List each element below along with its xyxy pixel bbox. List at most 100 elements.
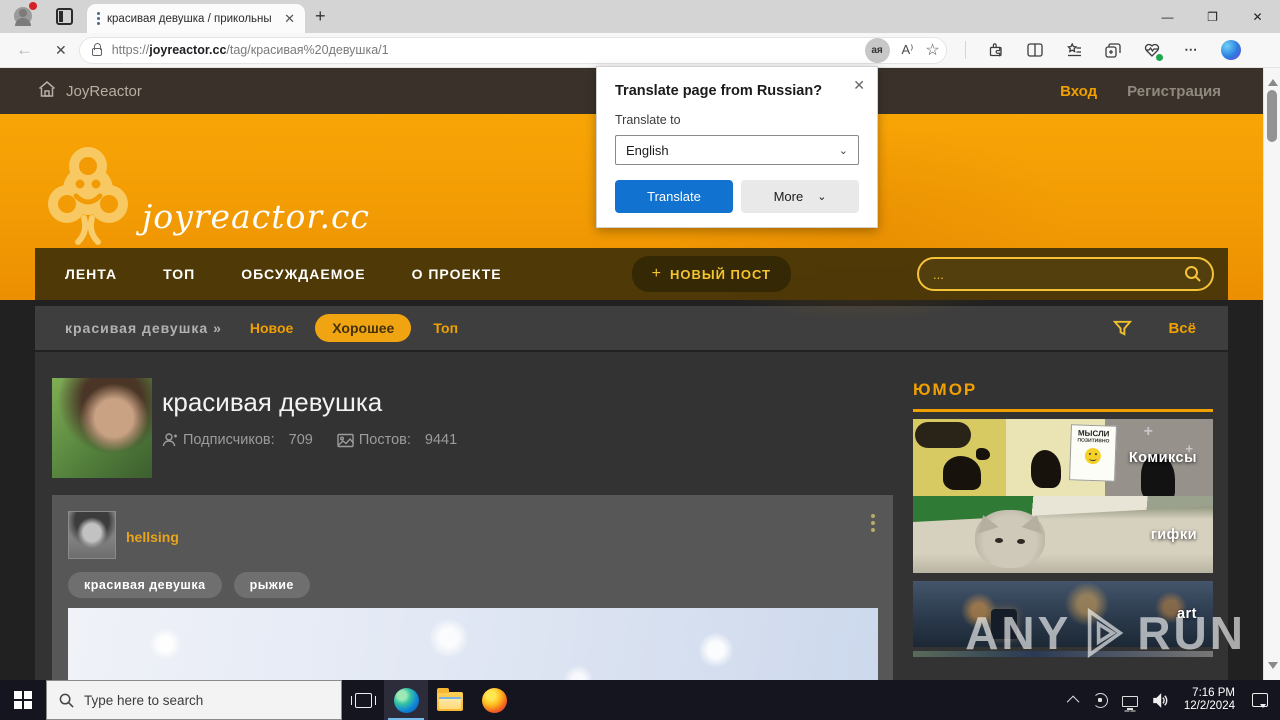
screen: красивая девушка / прикольны ✕ + — ❐ ✕ ←… [0, 0, 1280, 720]
network-icon[interactable] [1115, 694, 1145, 710]
scrollbar-thumb[interactable] [1267, 90, 1277, 142]
comic-figure-shape [1031, 450, 1061, 488]
filter-top[interactable]: Топ [433, 320, 458, 336]
settings-more-icon[interactable]: ⋯ [1182, 41, 1200, 59]
register-link[interactable]: Регистрация [1127, 83, 1221, 100]
post-card: hellsing красивая девушка рыжие [52, 495, 893, 680]
breadcrumb[interactable]: красивая девушка » [65, 320, 222, 336]
firefox-icon [481, 687, 507, 713]
login-link[interactable]: Вход [1060, 83, 1097, 100]
site-search[interactable] [917, 257, 1214, 291]
taskbar-search[interactable]: Type here to search [46, 680, 342, 720]
search-icon[interactable] [1184, 265, 1202, 283]
action-center-button[interactable] [1245, 693, 1280, 708]
file-explorer-icon [437, 688, 463, 711]
site-logo[interactable]: joyreactor.cc [38, 132, 370, 252]
new-post-button[interactable]: + НОВЫЙ ПОСТ [631, 256, 791, 292]
collections-icon[interactable] [1104, 41, 1122, 59]
nav-item-about[interactable]: О ПРОЕКТЕ [412, 266, 502, 282]
new-tab-icon[interactable]: + [315, 6, 326, 27]
site-home-link[interactable]: JoyReactor [66, 83, 142, 100]
chevron-up-icon [1066, 695, 1080, 708]
start-button[interactable] [0, 680, 46, 720]
sidebar-item-gifs[interactable]: гифки [913, 496, 1213, 573]
chevron-down-icon: ⌄ [817, 191, 827, 203]
translate-button[interactable]: Translate [615, 180, 733, 213]
more-button[interactable]: More ⌄ [741, 180, 859, 213]
taskbar-explorer-button[interactable] [428, 680, 472, 720]
nav-item-feed[interactable]: ЛЕНТА [65, 266, 117, 282]
sidebar-item-partial [913, 651, 1213, 657]
close-icon[interactable]: ✕ [1235, 0, 1280, 33]
home-icon[interactable] [38, 80, 56, 102]
smiley-icon [1084, 447, 1102, 465]
stop-loading-icon[interactable]: ✕ [55, 42, 67, 59]
browser-essentials-icon[interactable] [1143, 41, 1163, 61]
back-icon[interactable]: ← [16, 40, 33, 60]
lock-icon [91, 42, 102, 56]
language-select[interactable]: English ⌄ [615, 135, 859, 165]
restore-icon[interactable]: ❐ [1190, 0, 1235, 33]
minimize-icon[interactable]: — [1145, 0, 1190, 33]
search-input[interactable] [933, 266, 1184, 282]
popup-close-icon[interactable]: ✕ [853, 77, 865, 94]
posts-count: 9441 [424, 432, 458, 448]
tray-hidden-icons-button[interactable] [1063, 695, 1086, 708]
filter-all[interactable]: Всё [1168, 320, 1196, 337]
tab-favicon [97, 12, 100, 25]
tab-title: красивая девушка / прикольны [107, 12, 272, 25]
windows-taskbar: Type here to search 7:16 PM 12/2/2024 [0, 680, 1280, 720]
post-tag[interactable]: рыжие [233, 572, 310, 598]
tray-sync-icon[interactable] [1086, 692, 1115, 708]
task-view-button[interactable] [342, 680, 384, 720]
read-aloud-icon[interactable]: A⁾ [902, 42, 914, 58]
taskbar-clock[interactable]: 7:16 PM 12/2/2024 [1176, 687, 1245, 713]
scroll-up-arrow[interactable] [1268, 74, 1278, 86]
taskbar-firefox-button[interactable] [472, 680, 516, 720]
post-image[interactable] [68, 608, 878, 680]
scroll-down-arrow[interactable] [1268, 662, 1278, 674]
favorite-star-icon[interactable]: ☆ [925, 40, 939, 60]
cat-eyes-shape [995, 538, 1003, 543]
nav-item-discussed[interactable]: ОБСУЖДАЕМОЕ [241, 266, 365, 282]
address-bar[interactable]: https://joyreactor.cc/tag/красивая%20дев… [78, 36, 947, 64]
extensions-icon[interactable] [987, 41, 1005, 59]
sidebar-item-comics[interactable]: МЫСЛИ ПОЗИТИВНО + + Комиксы [913, 419, 1213, 496]
sidebar-item-art[interactable]: art [913, 581, 1213, 647]
tag-avatar-image[interactable] [52, 378, 152, 478]
sidebar-label-art: art [1176, 606, 1197, 622]
taskbar-search-placeholder: Type here to search [84, 692, 204, 708]
page-title: красивая девушка [162, 387, 383, 417]
comic-poster: МЫСЛИ ПОЗИТИВНО [1069, 424, 1117, 482]
split-screen-icon[interactable] [1026, 41, 1044, 59]
workspaces-icon[interactable] [56, 8, 73, 25]
posts-icon [337, 433, 354, 447]
post-menu-icon[interactable] [871, 511, 875, 535]
copilot-icon[interactable] [1220, 40, 1241, 60]
filter-funnel-icon[interactable] [1113, 319, 1133, 338]
browser-tab[interactable]: красивая девушка / прикольны ✕ [87, 4, 305, 33]
post-author-avatar[interactable] [68, 511, 116, 559]
tab-close-icon[interactable]: ✕ [281, 11, 298, 27]
post-author-name[interactable]: hellsing [126, 529, 179, 545]
tag-header: красивая девушка Подписчиков: 709 Постов… [52, 378, 893, 478]
page-lower: красивая девушка » Новое Хорошее Топ Всё [0, 300, 1263, 680]
sidebar-divider [913, 409, 1213, 412]
post-tag[interactable]: красивая девушка [68, 572, 222, 598]
page-scrollbar[interactable] [1263, 68, 1280, 680]
tram-silhouette [991, 609, 1017, 639]
translate-icon[interactable]: aя [864, 37, 890, 63]
volume-icon[interactable] [1145, 692, 1176, 708]
favorites-list-icon[interactable] [1065, 41, 1083, 59]
posts-stat: Постов: 9441 [337, 432, 457, 448]
nav-item-top[interactable]: ТОП [163, 266, 195, 282]
browser-profile-button[interactable] [10, 2, 37, 29]
filter-good-active[interactable]: Хорошее [315, 314, 412, 342]
humor-sidebar: ЮМОР МЫСЛИ ПОЗИТИВНО + + Комиксы гифки a… [913, 352, 1213, 680]
taskbar-edge-button[interactable] [384, 680, 428, 720]
task-view-icon [350, 692, 376, 708]
subscribers-stat: Подписчиков: 709 [162, 432, 313, 448]
thought-cloud-shape [915, 422, 971, 448]
edge-icon [393, 687, 419, 713]
filter-new[interactable]: Новое [250, 320, 293, 336]
